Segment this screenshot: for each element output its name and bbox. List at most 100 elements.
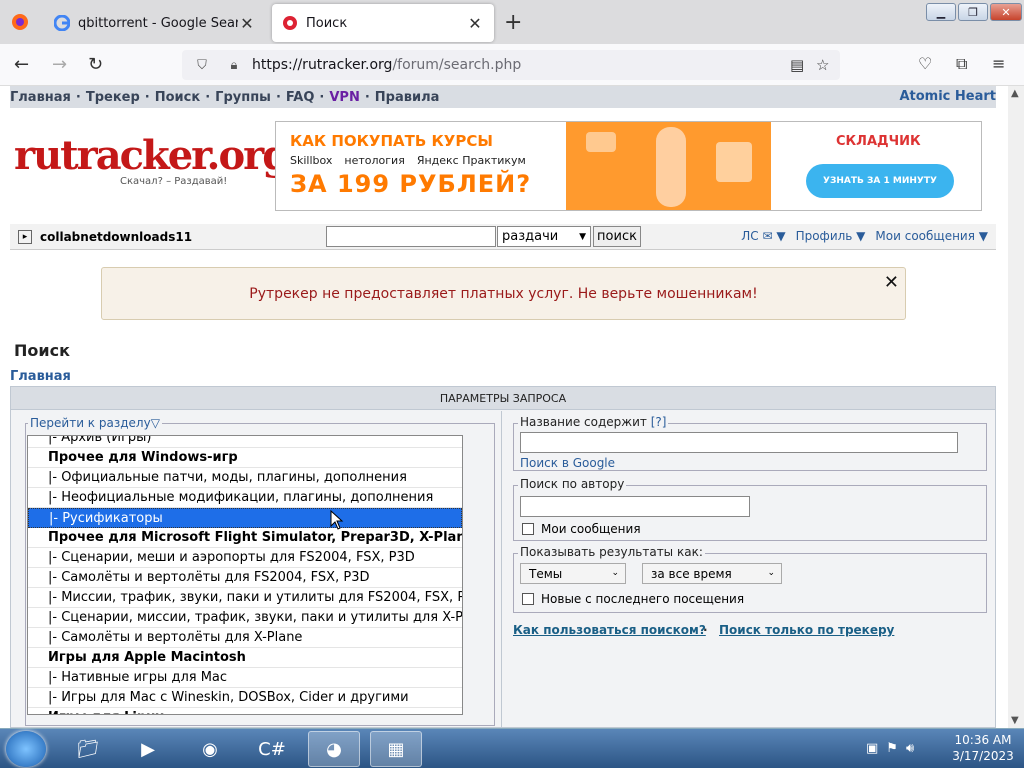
list-item[interactable]: |- Нативные игры для Mac xyxy=(28,668,462,688)
my-posts-link[interactable]: Мои сообщения ▼ xyxy=(875,229,988,243)
system-tray: ▣ ⚑ 🔊︎ xyxy=(866,741,914,756)
list-item[interactable]: |- Игры для Mac с Wineskin, DOSBox, Cide… xyxy=(28,688,462,708)
start-button-icon[interactable] xyxy=(6,731,46,767)
list-item[interactable]: |- Русификаторы xyxy=(28,508,462,528)
nav-link-search[interactable]: Поиск xyxy=(155,90,200,105)
reader-view-icon[interactable]: ▤ xyxy=(790,56,804,74)
forum-group[interactable]: Прочее для Windows-игр xyxy=(28,448,462,468)
search-params-panel: ПАРАМЕТРЫ ЗАПРОСА Перейти к разделу▽ |- … xyxy=(10,386,996,728)
user-bar: ▸ collabnetdownloads11 раздачи ▼ поиск ЛС… xyxy=(10,224,996,250)
page-content: Главная · Трекер · Поиск · Группы · FAQ · VPN… xyxy=(0,86,1008,728)
nav-link-rules[interactable]: Правила xyxy=(375,90,440,105)
goto-section-label[interactable]: Перейти к разделу▽ xyxy=(28,416,162,430)
forum-group[interactable]: Игры для Linux xyxy=(28,708,462,714)
nav-link-atomic-heart[interactable]: Atomic Heart xyxy=(899,89,996,104)
media-player-icon[interactable]: ▶ xyxy=(122,731,174,767)
nav-link-tracker[interactable]: Трекер xyxy=(86,90,140,105)
tab-title: qbittorrent - Google Search xyxy=(78,15,238,31)
remote-desktop-icon[interactable]: ▦ xyxy=(370,731,422,767)
banner-price: ЗА 199 РУБЛЕЙ? xyxy=(290,170,532,198)
forum-list[interactable]: |- Архив (Игры) Прочее для Windows-игр |- … xyxy=(27,435,463,715)
shield-icon[interactable]: ⛉ xyxy=(190,58,214,73)
list-item[interactable]: |- Самолёты и вертолёты для FS2004, FSX,… xyxy=(28,568,462,588)
profile-link[interactable]: Профиль ▼ xyxy=(796,229,866,243)
nav-link-groups[interactable]: Группы xyxy=(215,90,271,105)
tracker-only-link[interactable]: Поиск только по трекеру xyxy=(719,623,894,637)
how-to-search-link[interactable]: Как пользоваться поиском? xyxy=(513,623,706,637)
lock-icon[interactable]: 🔒︎ xyxy=(222,58,246,73)
google-search-link[interactable]: Поиск в Google xyxy=(520,456,615,470)
list-item[interactable]: |- Сценарии, меши и аэропорты для FS2004… xyxy=(28,548,462,568)
nav-link-home[interactable]: Главная xyxy=(10,90,71,105)
maximize-button[interactable]: ❐ xyxy=(958,3,988,21)
chevron-down-icon: ⌄ xyxy=(767,568,775,578)
chevron-down-icon: ▼ xyxy=(579,232,586,242)
banner-brands: Skillbox нетология Яндекс Практикум xyxy=(290,154,526,167)
nav-link-vpn[interactable]: VPN xyxy=(329,90,359,105)
csharp-ide-icon[interactable]: C# xyxy=(246,731,298,767)
forward-arrow-icon[interactable]: → xyxy=(52,54,67,75)
pm-link[interactable]: ЛС ✉ ▼ xyxy=(741,229,785,243)
chrome-icon[interactable]: ◉ xyxy=(184,731,236,767)
windows-taskbar: 📁︎ ▶ ◉ C# ◕ ▦ ▣ ⚑ 🔊︎ 10:36 AM 3/17/2023 xyxy=(0,728,1024,768)
quick-search-input[interactable] xyxy=(326,226,496,247)
firefox-menu-icon[interactable] xyxy=(10,12,30,32)
ad-banner[interactable]: КАК ПОКУПАТЬ КУРСЫ Skillbox нетология Янде… xyxy=(275,121,982,211)
close-tab-icon[interactable]: ✕ xyxy=(238,14,256,33)
tab-search-active[interactable]: Поиск ✕ xyxy=(272,4,494,42)
author-input[interactable] xyxy=(520,496,750,517)
bookmark-star-icon[interactable]: ☆ xyxy=(816,56,829,74)
menu-hamburger-icon[interactable]: ≡ xyxy=(992,54,1005,73)
scroll-up-icon[interactable]: ▲ xyxy=(1011,88,1019,99)
forum-group[interactable]: Игры для Apple Macintosh xyxy=(28,648,462,668)
help-link[interactable]: [?] xyxy=(651,415,667,429)
flag-icon[interactable]: ⚑ xyxy=(886,741,898,756)
pocket-icon[interactable]: ♡ xyxy=(918,54,932,73)
page-title: Поиск xyxy=(14,341,70,360)
forum-group[interactable]: Прочее для Microsoft Flight Simulator, P… xyxy=(28,528,462,548)
reload-icon[interactable]: ↻ xyxy=(88,54,103,75)
show-as-select[interactable]: Темы ⌄ xyxy=(520,563,626,584)
breadcrumb[interactable]: Главная xyxy=(10,369,71,384)
title-input[interactable] xyxy=(520,432,958,453)
minimize-button[interactable]: ▁ xyxy=(926,3,956,21)
list-item[interactable]: |- Миссии, трафик, звуки, паки и утилиты… xyxy=(28,588,462,608)
tab-google-search[interactable]: qbittorrent - Google Search ✕ xyxy=(44,4,266,42)
banner-cta-button[interactable]: УЗНАТЬ ЗА 1 МИНУТУ xyxy=(806,164,954,198)
nav-link-faq[interactable]: FAQ xyxy=(286,90,315,105)
author-label: Поиск по автору xyxy=(518,477,627,491)
close-icon[interactable]: ✕ xyxy=(884,272,899,293)
browser-tab-bar: qbittorrent - Google Search ✕ Поиск ✕ + … xyxy=(0,0,1024,44)
scroll-down-icon[interactable]: ▼ xyxy=(1011,715,1019,726)
clock[interactable]: 10:36 AM 3/17/2023 xyxy=(948,732,1018,764)
mouse-cursor-icon xyxy=(330,510,344,530)
tab-title: Поиск xyxy=(306,15,348,31)
url-text: https://rutracker.org/forum/search.php xyxy=(252,57,522,73)
extensions-icon[interactable]: ⧉ xyxy=(956,54,967,74)
list-item[interactable]: |- Самолёты и вертолёты для X-Plane xyxy=(28,628,462,648)
volume-icon[interactable]: 🔊︎ xyxy=(906,741,914,756)
list-item[interactable]: |- Неофициальные модификации, плагины, д… xyxy=(28,488,462,508)
site-logo[interactable]: rutracker.org Скачал? – Раздавай! xyxy=(14,134,290,192)
page-scrollbar[interactable]: ▲ ▼ xyxy=(1008,86,1024,728)
search-scope-select[interactable]: раздачи ▼ xyxy=(497,226,591,247)
close-window-button[interactable]: ✕ xyxy=(990,3,1022,21)
username[interactable]: collabnetdownloads11 xyxy=(40,230,192,244)
new-since-checkbox[interactable]: Новые с последнего посещения xyxy=(522,592,744,606)
list-item[interactable]: |- Архив (Игры) xyxy=(28,436,462,448)
close-tab-icon[interactable]: ✕ xyxy=(466,14,484,33)
my-posts-checkbox[interactable]: Мои сообщения xyxy=(522,522,641,536)
address-bar[interactable]: ⛉ 🔒︎ https://rutracker.org/forum/search.… xyxy=(182,50,840,80)
network-icon[interactable]: ▣ xyxy=(866,741,878,756)
list-item[interactable]: |- Официальные патчи, моды, плагины, доп… xyxy=(28,468,462,488)
author-fieldset: Поиск по автору Мои сообщения xyxy=(513,477,987,541)
file-explorer-icon[interactable]: 📁︎ xyxy=(62,731,114,767)
banner-illustration xyxy=(566,122,771,210)
firefox-icon[interactable]: ◕ xyxy=(308,731,360,767)
back-arrow-icon[interactable]: ← xyxy=(14,54,29,75)
banner-headline: КАК ПОКУПАТЬ КУРСЫ xyxy=(290,132,493,150)
search-button[interactable]: поиск xyxy=(593,226,641,247)
period-select[interactable]: за все время ⌄ xyxy=(642,563,782,584)
new-tab-button[interactable]: + xyxy=(504,10,522,35)
list-item[interactable]: |- Сценарии, миссии, трафик, звуки, паки… xyxy=(28,608,462,628)
